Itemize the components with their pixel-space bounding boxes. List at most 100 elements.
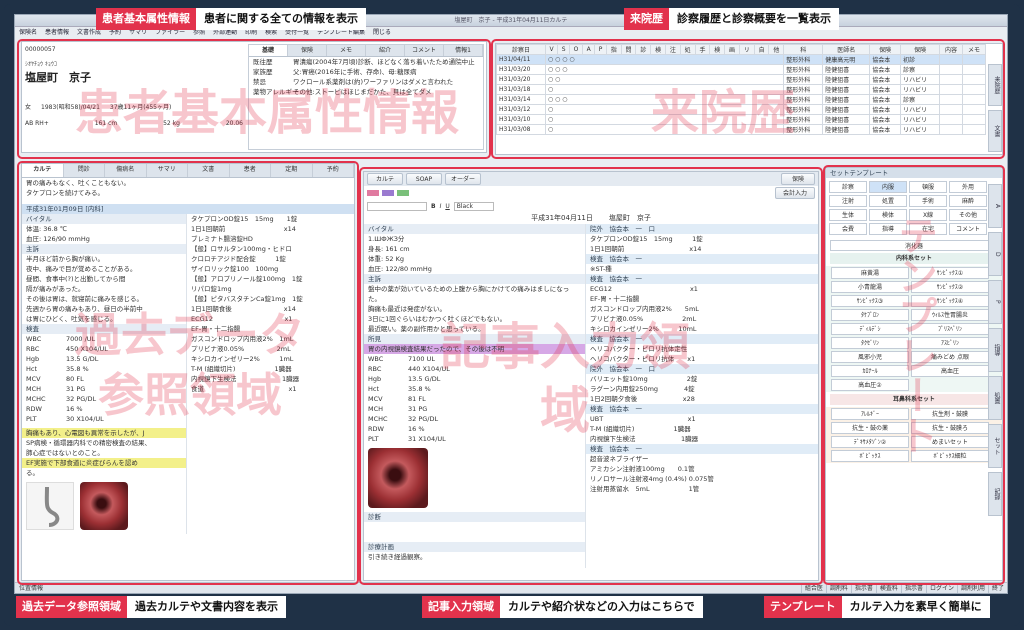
template-item[interactable]: ﾎﾞﾋﾞｯｸｽ細粒	[911, 450, 989, 462]
entry-tab[interactable]: SOAP	[406, 173, 442, 185]
template-item[interactable]: ｶﾛﾅｰﾙ	[831, 365, 909, 377]
template-section-digestive[interactable]: 消化器	[830, 240, 998, 251]
menu-item[interactable]: 印刷	[245, 29, 257, 36]
order-line[interactable]: ガスコンドロップ内用液2% 5mL	[586, 304, 818, 314]
color-swatch-green[interactable]	[397, 190, 409, 196]
template-item[interactable]: ﾀｸｾﾞﾘﾝ	[831, 337, 909, 349]
template-category-button[interactable]: 手術	[909, 195, 947, 207]
template-item[interactable]: ｻﾝﾋﾟｯｸｽ②	[911, 281, 989, 293]
template-item[interactable]: 小青龍湯	[831, 281, 909, 293]
template-side-tab[interactable]: A	[988, 184, 1002, 228]
template-side-tab[interactable]: 記録	[988, 472, 1002, 516]
past-tab[interactable]: 予約	[313, 164, 354, 177]
patient-tab[interactable]: 紹介	[366, 45, 405, 56]
template-side-tab[interactable]: セット	[988, 424, 1002, 468]
font-select[interactable]	[367, 201, 427, 211]
past-tab[interactable]: サマリ	[147, 164, 188, 177]
template-item[interactable]: めまいセット	[911, 436, 989, 448]
menu-item[interactable]: 閉じる	[373, 29, 391, 36]
template-item[interactable]: ﾎﾞﾋﾞｯｸｽ	[831, 450, 909, 462]
template-item[interactable]: ｻﾝﾋﾟｯｸｽ④	[911, 295, 989, 307]
past-tab[interactable]: 患者	[230, 164, 271, 177]
template-category-button[interactable]: 頓服	[909, 181, 947, 193]
order-line[interactable]: リノロサール注射液4mg (0.4%) 0.075管	[586, 474, 818, 484]
template-category-button[interactable]: 麻酔	[949, 195, 987, 207]
entry-soap[interactable]: バイタル 1.ШФЖЗ分 身長: 161 cm 体重: 52 Kg 血圧: 122/8…	[364, 224, 586, 568]
italic-icon[interactable]: I	[440, 203, 442, 210]
template-item[interactable]: 麻黄湯	[831, 267, 909, 279]
template-side-tab[interactable]: 処置	[988, 376, 1002, 420]
template-item[interactable]: 痛みどめ 点眼	[911, 351, 989, 363]
template-item[interactable]: 高血圧②	[831, 379, 909, 391]
order-line[interactable]: ヘリコバクター・ピロリ抗体定性	[586, 344, 818, 354]
order-line[interactable]: バリエット錠10mg 2錠	[586, 374, 818, 384]
patient-tab[interactable]: メモ	[327, 45, 366, 56]
patient-tab[interactable]: 保険	[288, 45, 327, 56]
template-item[interactable]: ｱｽﾋﾟﾘﾝ	[911, 337, 989, 349]
order-line[interactable]: タケプロンOD錠15 15mg 1錠	[586, 234, 818, 244]
visit-row[interactable]: H31/03/14 ○ ○ ○ 整形外科 陸健狙喜 協会本 診察	[496, 94, 987, 105]
visit-row[interactable]: H31/03/08 ○ 整形外科 陸健狙喜 協会本 リハビリ	[496, 124, 987, 135]
order-line[interactable]: 超音波ネブライザー	[586, 454, 818, 464]
underline-icon[interactable]: U	[445, 203, 449, 210]
visit-side-tab[interactable]: 文書	[988, 110, 1002, 152]
order-line[interactable]: キシロカインゼリー2% 10mL	[586, 324, 818, 334]
template-item[interactable]: 抗生・鼓の薬	[831, 422, 909, 434]
menu-item[interactable]: 保険名	[19, 29, 37, 36]
order-line[interactable]: アミカシン注射液100mg 0.1管	[586, 464, 818, 474]
menu-item[interactable]: テンプレート編集	[317, 29, 365, 36]
template-side-tab[interactable]: P	[988, 280, 1002, 324]
template-category-button[interactable]: 会費	[829, 223, 867, 235]
past-tab[interactable]: 問診	[64, 164, 105, 177]
template-item[interactable]: ﾌﾟﾘｽﾍﾟﾘﾝ	[911, 323, 989, 335]
order-line[interactable]: ラグーン内用錠250mg 4錠	[586, 384, 818, 394]
template-item[interactable]: ｻﾝﾋﾟｯｸｽ①	[911, 267, 989, 279]
template-side-tab[interactable]: D	[988, 232, 1002, 276]
color-swatch-purple[interactable]	[382, 190, 394, 196]
visit-row[interactable]: H31/03/12 ○ 整形外科 陸健狙喜 協会本 リハビリ	[496, 104, 987, 115]
template-item[interactable]: ﾃﾞｷｻﾒﾀｿﾞﾝ②	[831, 436, 909, 448]
past-tab[interactable]: 定期	[271, 164, 313, 177]
past-tab[interactable]: 文書	[188, 164, 230, 177]
template-item[interactable]: ﾀｹﾌﾟﾛﾝ	[831, 309, 909, 321]
template-side-tab[interactable]: 指導	[988, 328, 1002, 372]
menu-item[interactable]: 予約	[109, 29, 121, 36]
visit-row[interactable]: H31/03/20 ○ ○ ○ 整形外科 陸健狙喜 協会本 診察	[496, 64, 987, 75]
order-line[interactable]: 1日2回朝夕食後 x28	[586, 394, 818, 404]
menu-item[interactable]: 検索	[265, 29, 277, 36]
color-swatch-pink[interactable]	[367, 190, 379, 196]
order-line[interactable]: 注射用蒸留水 5mL 1管	[586, 484, 818, 494]
template-item[interactable]: ｳｨﾙｽ性胃腸炎	[911, 309, 989, 321]
order-line[interactable]: ECG12 x1	[586, 284, 818, 294]
order-line[interactable]: EF-胃・十二指腸	[586, 294, 818, 304]
template-item[interactable]: ﾃﾞｨﾙﾃﾞｼ	[831, 323, 909, 335]
template-item[interactable]: ｻﾝﾋﾟｯｸｽ③	[831, 295, 909, 307]
template-category-button[interactable]: コメント	[949, 223, 987, 235]
menu-item[interactable]: 外部連動	[213, 29, 237, 36]
patient-tab[interactable]: 情報1	[444, 45, 483, 56]
template-category-button[interactable]: 指導	[869, 223, 907, 235]
menu-item[interactable]: サマリ	[129, 29, 147, 36]
visit-side-tab[interactable]: 来院歴	[988, 64, 1002, 106]
visit-row[interactable]: H31/03/20 ○ ○ 整形外科 陸健狙喜 協会本 リハビリ	[496, 74, 987, 85]
template-item[interactable]: 風邪小児	[831, 351, 909, 363]
template-category-button[interactable]: 内服	[869, 181, 907, 193]
menu-item[interactable]: 文書作成	[77, 29, 101, 36]
order-line[interactable]: T-M (組織切片) 1臓器	[586, 424, 818, 434]
order-line[interactable]: ヘリコバクター・ピロリ抗体 x1	[586, 354, 818, 364]
template-category-button[interactable]: 処置	[869, 195, 907, 207]
past-tab[interactable]: 傷病名	[105, 164, 147, 177]
past-tab[interactable]: カルテ	[22, 164, 64, 177]
order-line[interactable]: 1日1回朝前 x14	[586, 244, 818, 254]
order-line[interactable]: 内視鏡下生検法 1臓器	[586, 434, 818, 444]
template-item[interactable]: 抗生・鼓膜ろ	[911, 422, 989, 434]
save-button[interactable]: 保険	[781, 173, 815, 185]
order-line[interactable]: ※ST-種	[586, 264, 818, 274]
menu-item[interactable]: ファイラー	[155, 29, 185, 36]
entry-tab[interactable]: オーダー	[445, 173, 481, 185]
template-category-button[interactable]: 診察	[829, 181, 867, 193]
menu-item[interactable]: 参照	[193, 29, 205, 36]
entry-orders[interactable]: 院外 協会本 一 口タケプロンOD錠15 15mg 1錠 1日1回朝前 x14 検査…	[586, 224, 818, 568]
template-category-button[interactable]: 検体	[869, 209, 907, 221]
template-category-button[interactable]: 注射	[829, 195, 867, 207]
